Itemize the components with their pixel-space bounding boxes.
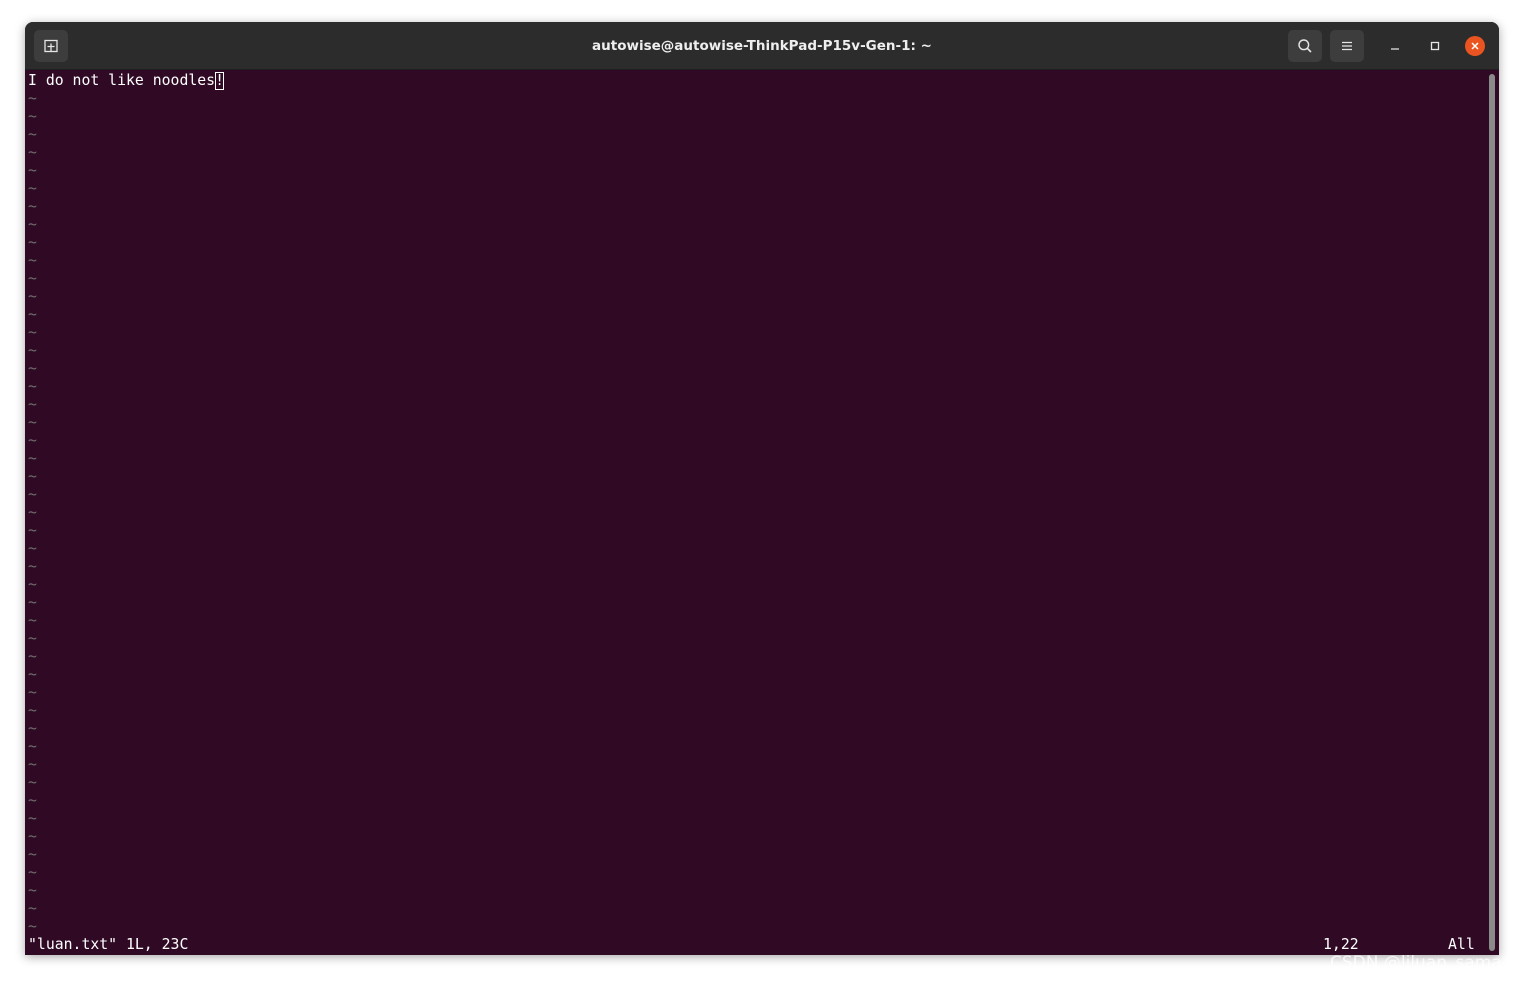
- menu-button[interactable]: [1330, 30, 1364, 62]
- empty-line-marker: ~: [28, 756, 37, 773]
- empty-line-marker: ~: [28, 882, 37, 899]
- empty-line-marker: ~: [28, 630, 37, 647]
- empty-line-marker: ~: [28, 522, 37, 539]
- watermark: CSDN @liluan_sama: [1330, 953, 1502, 973]
- empty-line-marker: ~: [28, 324, 37, 341]
- close-icon: [1471, 42, 1479, 50]
- empty-line-marker: ~: [28, 288, 37, 305]
- empty-line-marker: ~: [28, 846, 37, 863]
- empty-line-marker: ~: [28, 90, 37, 107]
- empty-line-marker: ~: [28, 486, 37, 503]
- text-cursor: !: [215, 72, 224, 90]
- empty-line-marker: ~: [28, 612, 37, 629]
- empty-line-marker: ~: [28, 234, 37, 251]
- empty-line-marker: ~: [28, 900, 37, 917]
- empty-line-marker: ~: [28, 918, 37, 935]
- empty-line-marker: ~: [28, 738, 37, 755]
- search-icon: [1298, 39, 1312, 53]
- empty-line-marker: ~: [28, 378, 37, 395]
- empty-line-marker: ~: [28, 648, 37, 665]
- empty-line-marker: ~: [28, 810, 37, 827]
- title-bar[interactable]: autowise@autowise-ThinkPad-P15v-Gen-1: ~: [25, 22, 1499, 70]
- hamburger-menu-icon: [1342, 41, 1352, 51]
- empty-line-marker: ~: [28, 540, 37, 557]
- window-title: autowise@autowise-ThinkPad-P15v-Gen-1: ~: [592, 38, 932, 54]
- search-button[interactable]: [1288, 30, 1322, 62]
- empty-line-marker: ~: [28, 774, 37, 791]
- new-tab-icon: [44, 39, 58, 53]
- empty-line-marker: ~: [28, 504, 37, 521]
- empty-line-marker: ~: [28, 414, 37, 431]
- empty-line-marker: ~: [28, 666, 37, 683]
- buffer-line-1: I do not like noodles!: [28, 72, 224, 90]
- empty-line-marker: ~: [28, 306, 37, 323]
- scrollbar[interactable]: [1489, 74, 1495, 951]
- empty-line-marker: ~: [28, 144, 37, 161]
- empty-line-marker: ~: [28, 702, 37, 719]
- empty-line-marker: ~: [28, 450, 37, 467]
- empty-line-marker: ~: [28, 432, 37, 449]
- empty-line-marker: ~: [28, 720, 37, 737]
- empty-line-marker: ~: [28, 828, 37, 845]
- line-text: I do not like noodles: [28, 72, 216, 89]
- minimize-button[interactable]: [1385, 36, 1405, 56]
- maximize-button[interactable]: [1425, 36, 1445, 56]
- empty-line-marker: ~: [28, 270, 37, 287]
- empty-line-marker: ~: [28, 252, 37, 269]
- close-button[interactable]: [1465, 36, 1485, 56]
- empty-line-marker: ~: [28, 576, 37, 593]
- maximize-icon: [1430, 41, 1440, 51]
- empty-line-marker: ~: [28, 198, 37, 215]
- vim-editor[interactable]: I do not like noodles! ~ ~ ~ ~ ~ ~ ~ ~ ~ ~ ~ ~ ~ ~ ~ ~ ~…: [25, 70, 1499, 955]
- minimize-icon: [1391, 48, 1399, 50]
- empty-line-marker: ~: [28, 864, 37, 881]
- status-file-info: "luan.txt" 1L, 23C: [28, 936, 189, 953]
- empty-line-marker: ~: [28, 792, 37, 809]
- empty-line-marker: ~: [28, 558, 37, 575]
- empty-line-marker: ~: [28, 108, 37, 125]
- terminal-window: autowise@autowise-ThinkPad-P15v-Gen-1: ~: [25, 22, 1499, 955]
- empty-line-marker: ~: [28, 216, 37, 233]
- empty-line-marker: ~: [28, 342, 37, 359]
- empty-line-marker: ~: [28, 360, 37, 377]
- new-tab-button[interactable]: [34, 30, 68, 62]
- empty-line-marker: ~: [28, 162, 37, 179]
- empty-line-marker: ~: [28, 684, 37, 701]
- empty-line-marker: ~: [28, 396, 37, 413]
- empty-line-marker: ~: [28, 594, 37, 611]
- empty-line-marker: ~: [28, 126, 37, 143]
- empty-line-marker: ~: [28, 468, 37, 485]
- empty-line-marker: ~: [28, 180, 37, 197]
